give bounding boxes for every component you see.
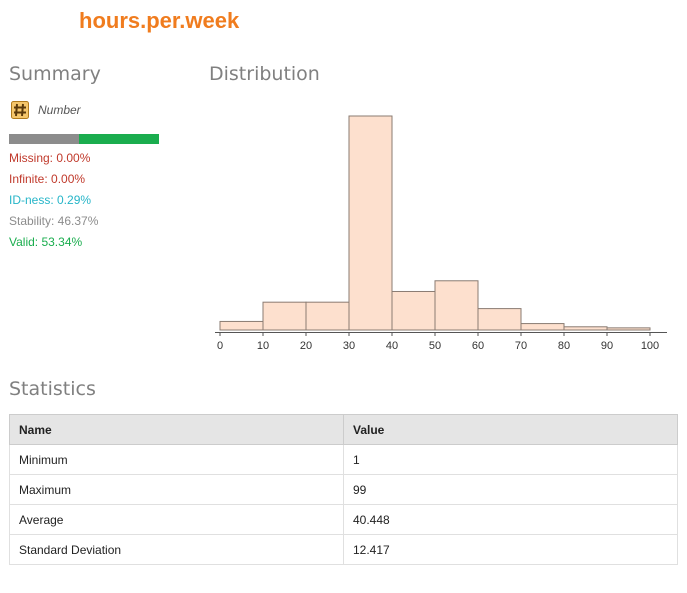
table-row: Minimum 1 — [9, 444, 678, 475]
x-axis-tick-label: 0 — [217, 340, 223, 352]
column-title: hours.per.week — [79, 8, 240, 33]
stat-name-cell: Standard Deviation — [9, 534, 344, 565]
type-label: Number — [38, 103, 81, 117]
type-indicator: Number — [11, 100, 81, 120]
x-axis-tick-label: 50 — [429, 340, 441, 352]
histogram-bar — [348, 115, 393, 331]
stat-name-cell: Maximum — [9, 474, 344, 505]
histogram-bar — [606, 327, 651, 331]
x-axis-tick-label: 80 — [558, 340, 570, 352]
histogram-bar — [434, 280, 479, 331]
infinite-stat: Infinite: 0.00% — [9, 172, 86, 186]
table-row: Standard Deviation 12.417 — [9, 534, 678, 565]
stat-value-cell: 1 — [343, 444, 678, 475]
distribution-heading: Distribution — [209, 63, 320, 85]
hash-icon — [11, 101, 29, 119]
x-axis-tick-label: 60 — [472, 340, 484, 352]
statistics-heading: Statistics — [9, 378, 96, 400]
histogram-bar — [391, 290, 436, 331]
histogram-bar — [477, 308, 522, 331]
histogram-bar — [305, 301, 350, 331]
stat-name-cell: Average — [9, 504, 344, 535]
stat-value-cell: 12.417 — [343, 534, 678, 565]
id-ness-stat: ID-ness: 0.29% — [9, 193, 92, 207]
x-axis-tick-label: 30 — [343, 340, 355, 352]
quality-bar — [9, 134, 159, 144]
stat-value-cell: 40.448 — [343, 504, 678, 535]
value-column-header: Value — [343, 414, 678, 445]
stat-value-cell: 99 — [343, 474, 678, 505]
histogram-bar — [563, 326, 608, 331]
missing-stat: Missing: 0.00% — [9, 151, 91, 165]
valid-stat: Valid: 53.34% — [9, 235, 83, 249]
quality-bar-invalid-segment — [9, 134, 79, 144]
quality-bar-valid-segment — [78, 134, 159, 144]
table-row: Average 40.448 — [9, 504, 678, 535]
summary-heading: Summary — [9, 63, 101, 85]
x-axis-tick-label: 70 — [515, 340, 527, 352]
stability-stat: Stability: 46.37% — [9, 214, 99, 228]
x-axis-tick-label: 40 — [386, 340, 398, 352]
name-column-header: Name — [9, 414, 344, 445]
distribution-histogram: 0 10 20 30 40 50 60 70 80 90 100 — [215, 115, 667, 352]
histogram-bar — [262, 301, 307, 331]
x-axis-tick-label: 20 — [300, 340, 312, 352]
table-header-row: Name Value — [9, 414, 678, 445]
histogram-bar — [520, 323, 565, 331]
statistics-table: Name Value Minimum 1 Maximum 99 Average … — [9, 414, 678, 565]
x-axis-tick-label: 100 — [641, 340, 659, 352]
stat-name-cell: Minimum — [9, 444, 344, 475]
histogram-bar — [219, 320, 264, 331]
table-row: Maximum 99 — [9, 474, 678, 505]
x-axis-tick-label: 90 — [601, 340, 613, 352]
x-axis-tick-label: 10 — [257, 340, 269, 352]
